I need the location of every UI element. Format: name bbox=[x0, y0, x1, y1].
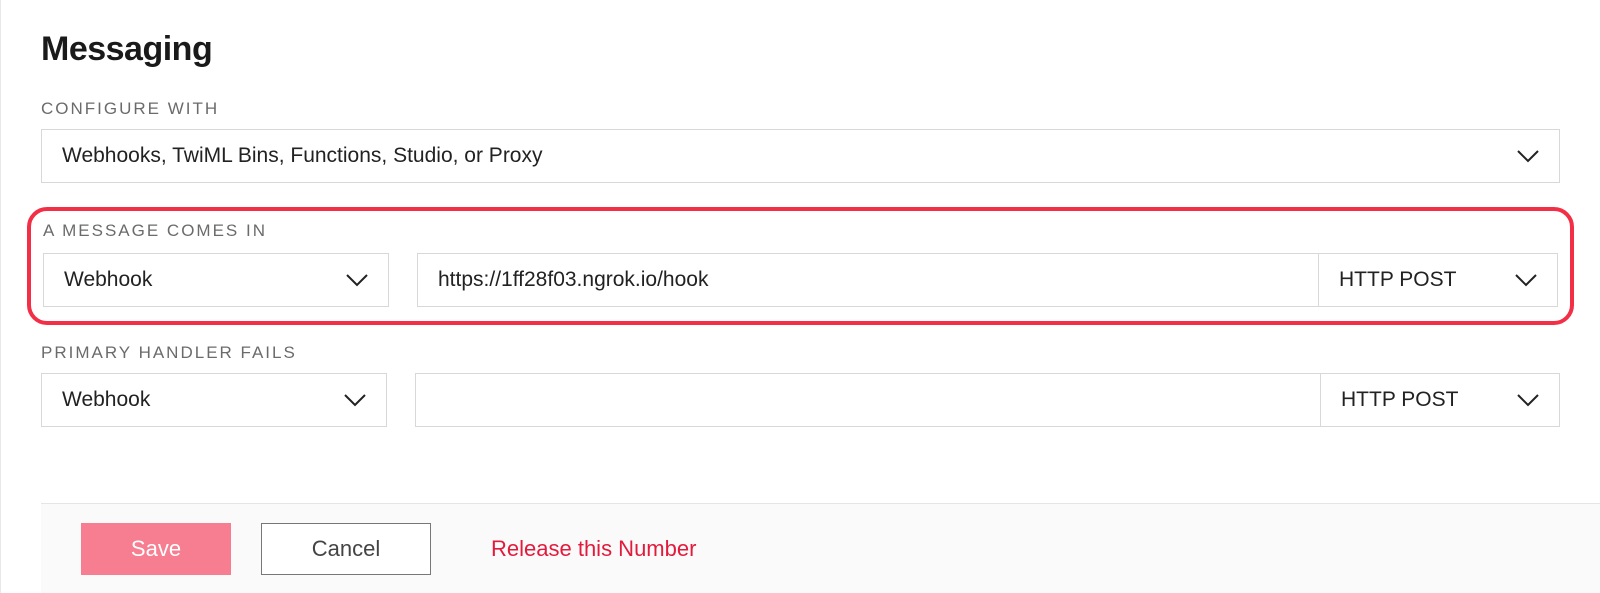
fallback-http-method-select[interactable]: HTTP POST bbox=[1320, 373, 1560, 427]
configure-with-label: CONFIGURE WITH bbox=[41, 99, 1560, 119]
message-url-input[interactable] bbox=[417, 253, 1318, 307]
message-comes-in-highlight: A MESSAGE COMES IN Webhook HTTP POST bbox=[27, 207, 1574, 325]
fallback-handler-type-value: Webhook bbox=[62, 388, 150, 412]
cancel-button[interactable]: Cancel bbox=[261, 523, 431, 575]
message-handler-type-value: Webhook bbox=[64, 268, 152, 292]
chevron-down-icon bbox=[344, 393, 366, 407]
section-title: Messaging bbox=[41, 30, 1560, 69]
chevron-down-icon bbox=[346, 273, 368, 287]
message-http-method-value: HTTP POST bbox=[1339, 268, 1456, 292]
fallback-handler-type-select[interactable]: Webhook bbox=[41, 373, 387, 427]
chevron-down-icon bbox=[1517, 393, 1539, 407]
fallback-http-method-value: HTTP POST bbox=[1341, 388, 1458, 412]
message-comes-in-label: A MESSAGE COMES IN bbox=[43, 221, 1558, 241]
fallback-url-input[interactable] bbox=[415, 373, 1320, 427]
configure-with-block: CONFIGURE WITH Webhooks, TwiML Bins, Fun… bbox=[41, 99, 1560, 183]
footer-bar: Save Cancel Release this Number bbox=[41, 503, 1600, 593]
release-number-link[interactable]: Release this Number bbox=[491, 536, 696, 562]
message-handler-type-select[interactable]: Webhook bbox=[43, 253, 389, 307]
primary-handler-fails-block: PRIMARY HANDLER FAILS Webhook HTTP POST bbox=[41, 343, 1560, 427]
message-url-combo: HTTP POST bbox=[417, 253, 1558, 307]
configure-with-select[interactable]: Webhooks, TwiML Bins, Functions, Studio,… bbox=[41, 129, 1560, 183]
chevron-down-icon bbox=[1515, 273, 1537, 287]
messaging-config-page: Messaging CONFIGURE WITH Webhooks, TwiML… bbox=[0, 0, 1600, 593]
save-button[interactable]: Save bbox=[81, 523, 231, 575]
message-comes-in-row: Webhook HTTP POST bbox=[43, 253, 1558, 307]
primary-handler-fails-row: Webhook HTTP POST bbox=[41, 373, 1560, 427]
message-http-method-select[interactable]: HTTP POST bbox=[1318, 253, 1558, 307]
chevron-down-icon bbox=[1517, 149, 1539, 163]
fallback-url-combo: HTTP POST bbox=[415, 373, 1560, 427]
primary-handler-fails-label: PRIMARY HANDLER FAILS bbox=[41, 343, 1560, 363]
configure-with-value: Webhooks, TwiML Bins, Functions, Studio,… bbox=[62, 144, 543, 168]
